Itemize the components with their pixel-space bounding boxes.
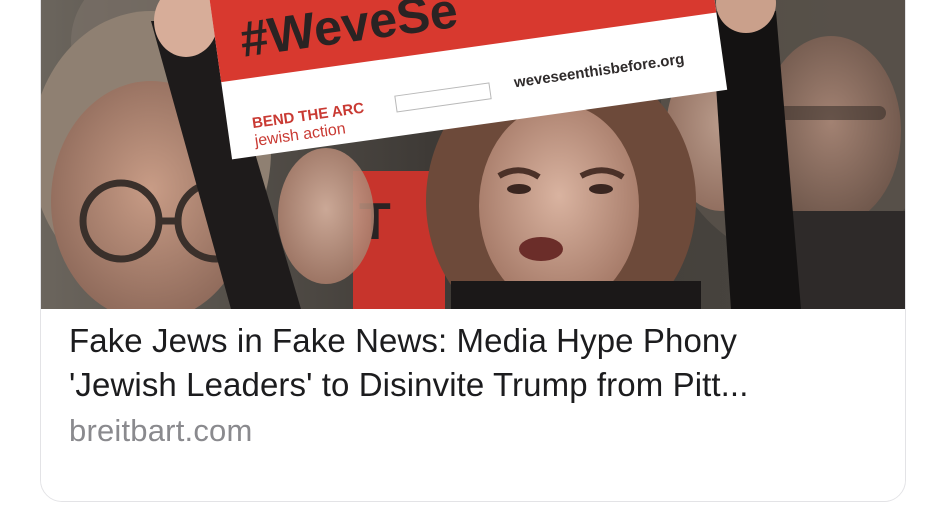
- protest-photo: T #WeveSe weveseenthisbefore.org BEND TH…: [41, 0, 905, 309]
- main-woman-mouth: [519, 237, 563, 261]
- preview-text-area[interactable]: Fake Jews in Fake News: Media Hype Phony…: [41, 309, 905, 501]
- main-woman-eye-left: [507, 184, 531, 194]
- woman-mid-face: [278, 148, 374, 284]
- link-preview-page: T #WeveSe weveseenthisbefore.org BEND TH…: [0, 0, 946, 532]
- headline-line-1: Fake Jews in Fake News: Media Hype Phony: [69, 322, 737, 359]
- main-woman-face: [479, 104, 639, 308]
- source-domain: breitbart.com: [69, 413, 253, 448]
- main-woman-eye-right: [589, 184, 613, 194]
- headline-line-2: 'Jewish Leaders' to Disinvite Trump from…: [69, 366, 749, 403]
- article-photo[interactable]: T #WeveSe weveseenthisbefore.org BEND TH…: [41, 0, 905, 309]
- man-right-glasses: [776, 106, 886, 120]
- article-headline[interactable]: Fake Jews in Fake News: Media Hype Phony…: [69, 319, 879, 407]
- link-preview-card[interactable]: T #WeveSe weveseenthisbefore.org BEND TH…: [40, 0, 906, 502]
- main-woman-shirt: [451, 281, 701, 309]
